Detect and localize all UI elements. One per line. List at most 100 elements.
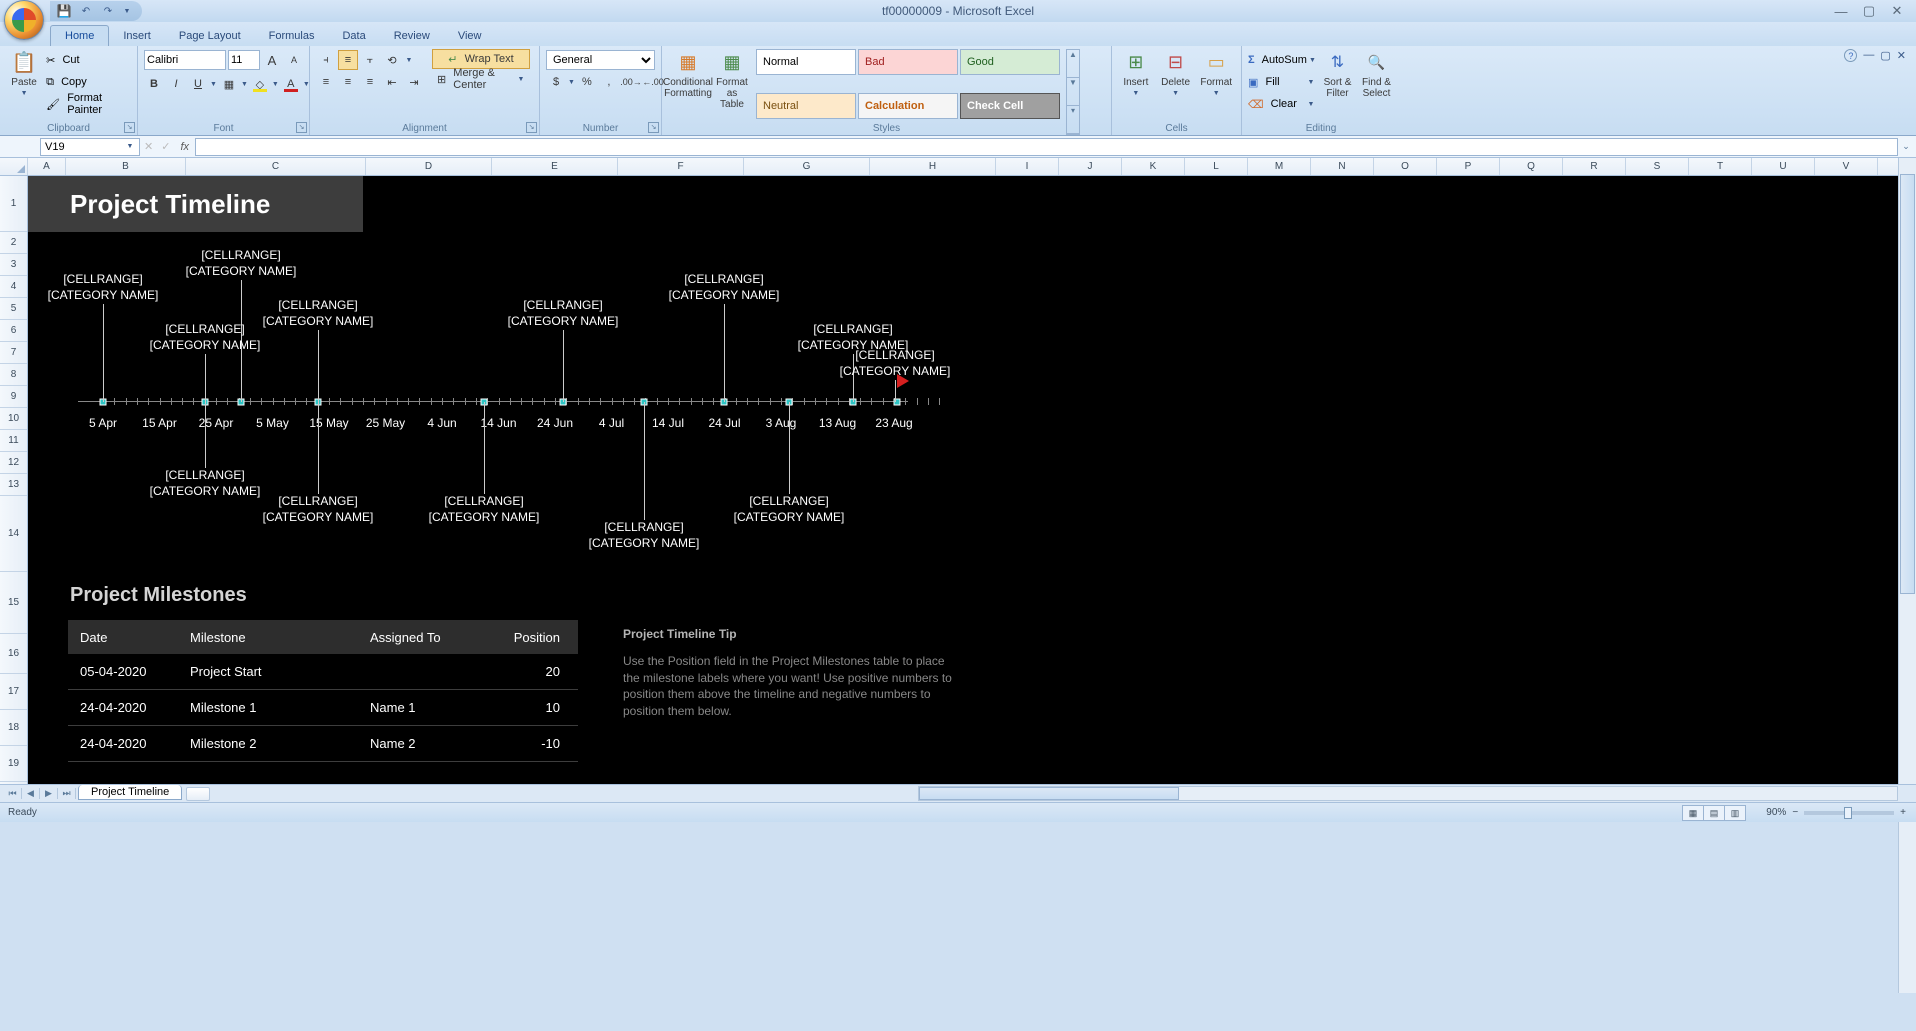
tab-home[interactable]: Home (50, 25, 109, 46)
view-page-break-button[interactable]: ▥ (1724, 805, 1746, 821)
italic-button[interactable]: I (166, 74, 186, 94)
formula-input[interactable] (195, 138, 1898, 156)
align-top-button[interactable]: ⫞ (316, 50, 336, 70)
table-row[interactable]: 24-04-2020 Milestone 2 Name 2 -10 (68, 726, 578, 762)
row-header[interactable]: 16 (0, 634, 27, 674)
view-page-layout-button[interactable]: ▤ (1703, 805, 1725, 821)
align-left-button[interactable]: ≡ (316, 72, 336, 92)
next-sheet-button[interactable]: ▶ (40, 788, 58, 799)
shrink-font-button[interactable]: A (284, 50, 304, 70)
table-row[interactable]: 24-04-2020 Milestone 1 Name 1 10 (68, 690, 578, 726)
merge-center-button[interactable]: ⊞ Merge & Center▼ (432, 69, 530, 89)
row-header[interactable]: 11 (0, 430, 27, 452)
column-header[interactable]: I (996, 158, 1059, 175)
style-bad[interactable]: Bad (858, 49, 958, 75)
column-header[interactable]: O (1374, 158, 1437, 175)
ribbon-restore-button[interactable]: ▢ (1880, 49, 1890, 62)
font-launcher[interactable]: ↘ (296, 122, 307, 133)
fill-button[interactable]: Fill▼ (1248, 71, 1316, 93)
fx-icon[interactable]: fx (180, 141, 189, 153)
column-header[interactable]: J (1059, 158, 1122, 175)
ribbon-minimize-button[interactable]: — (1863, 49, 1874, 62)
underline-button[interactable]: U (188, 74, 208, 94)
style-neutral[interactable]: Neutral (756, 93, 856, 119)
align-bottom-button[interactable]: ⫟ (360, 50, 380, 70)
wrap-text-button[interactable]: ↵ Wrap Text (432, 49, 530, 69)
table-row[interactable]: 05-04-2020 Project Start 20 (68, 654, 578, 690)
clipboard-launcher[interactable]: ↘ (124, 122, 135, 133)
tab-insert[interactable]: Insert (109, 26, 165, 46)
comma-button[interactable]: , (599, 72, 619, 92)
format-painter-button[interactable]: Format Painter (46, 93, 131, 115)
ribbon-close-button[interactable]: ✕ (1897, 49, 1906, 62)
row-header[interactable]: 7 (0, 342, 27, 364)
worksheet-grid[interactable]: 12345678910111213141516171819 Project Ti… (0, 176, 1916, 784)
currency-button[interactable]: $ (546, 72, 566, 92)
select-all-button[interactable] (0, 158, 28, 175)
save-icon[interactable] (56, 3, 72, 19)
row-header[interactable]: 3 (0, 254, 27, 276)
align-middle-button[interactable]: ≡ (338, 50, 358, 70)
column-header[interactable]: E (492, 158, 618, 175)
enter-formula-button[interactable]: ✓ (161, 140, 170, 153)
row-header[interactable]: 6 (0, 320, 27, 342)
hscroll-thumb[interactable] (919, 787, 1179, 800)
column-header[interactable]: U (1752, 158, 1815, 175)
style-check-cell[interactable]: Check Cell (960, 93, 1060, 119)
row-header[interactable]: 5 (0, 298, 27, 320)
column-header[interactable]: Q (1500, 158, 1563, 175)
undo-button[interactable]: ↶ (78, 3, 94, 19)
style-calculation[interactable]: Calculation (858, 93, 958, 119)
view-normal-button[interactable]: ▦ (1682, 805, 1704, 821)
autosum-button[interactable]: AutoSum▼ (1248, 49, 1316, 71)
tab-formulas[interactable]: Formulas (255, 26, 329, 46)
column-header[interactable]: B (66, 158, 186, 175)
align-center-button[interactable]: ≡ (338, 72, 358, 92)
office-button[interactable] (4, 0, 44, 40)
cancel-formula-button[interactable]: ✕ (144, 140, 153, 153)
tab-data[interactable]: Data (328, 26, 379, 46)
minimize-button[interactable]: — (1828, 2, 1854, 20)
help-icon[interactable]: ? (1844, 49, 1857, 62)
row-header[interactable]: 19 (0, 746, 27, 782)
zoom-in-button[interactable]: + (1900, 807, 1906, 818)
column-header[interactable]: S (1626, 158, 1689, 175)
vertical-scrollbar[interactable] (1898, 158, 1916, 993)
alignment-launcher[interactable]: ↘ (526, 122, 537, 133)
number-launcher[interactable]: ↘ (648, 122, 659, 133)
tab-review[interactable]: Review (380, 26, 444, 46)
maximize-button[interactable]: ▢ (1856, 2, 1882, 20)
column-header[interactable]: V (1815, 158, 1878, 175)
name-box[interactable]: V19▼ (40, 138, 140, 156)
close-button[interactable]: ✕ (1884, 2, 1910, 20)
zoom-slider-thumb[interactable] (1844, 807, 1852, 819)
column-header[interactable]: L (1185, 158, 1248, 175)
column-header[interactable]: N (1311, 158, 1374, 175)
zoom-slider[interactable] (1804, 811, 1894, 815)
column-header[interactable]: T (1689, 158, 1752, 175)
row-header[interactable]: 18 (0, 710, 27, 746)
row-header[interactable]: 2 (0, 232, 27, 254)
borders-button[interactable]: ▦ (219, 74, 239, 94)
decrease-indent-button[interactable]: ⇤ (382, 72, 402, 92)
column-header[interactable]: H (870, 158, 996, 175)
last-sheet-button[interactable]: ⏭ (58, 788, 76, 799)
bold-button[interactable]: B (144, 74, 164, 94)
column-header[interactable]: P (1437, 158, 1500, 175)
tab-page-layout[interactable]: Page Layout (165, 26, 255, 46)
row-header[interactable]: 14 (0, 496, 27, 572)
font-color-button[interactable]: A (281, 74, 301, 94)
row-header[interactable]: 10 (0, 408, 27, 430)
tab-view[interactable]: View (444, 26, 496, 46)
font-name-input[interactable] (144, 50, 226, 70)
column-header[interactable]: C (186, 158, 366, 175)
redo-button[interactable]: ↷ (100, 3, 116, 19)
copy-button[interactable]: Copy (46, 71, 131, 93)
sheet-tab-active[interactable]: Project Timeline (78, 785, 182, 800)
row-header[interactable]: 15 (0, 572, 27, 634)
grow-font-button[interactable]: A (262, 50, 282, 70)
decrease-decimal-button[interactable]: ←.00 (643, 72, 663, 92)
row-header[interactable]: 17 (0, 674, 27, 710)
new-sheet-button[interactable] (186, 787, 210, 801)
cut-button[interactable]: Cut (46, 49, 131, 71)
